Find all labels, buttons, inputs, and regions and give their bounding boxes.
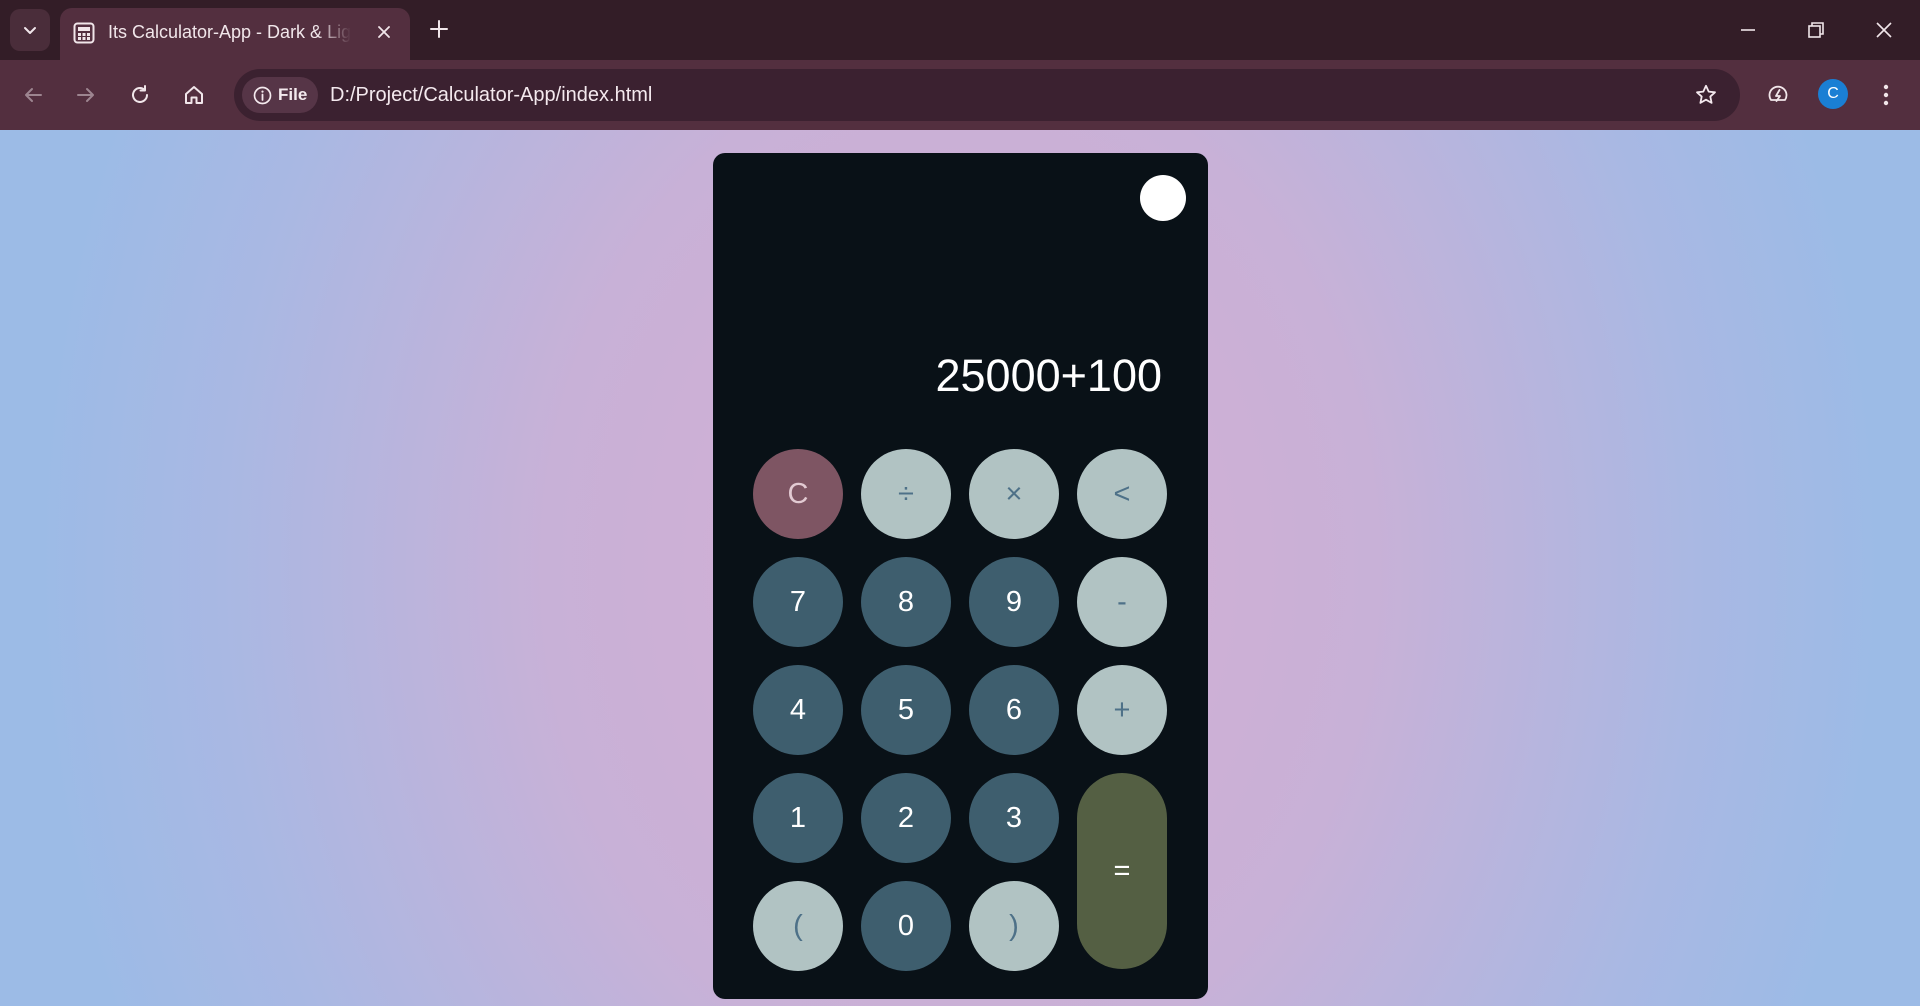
- backspace-button[interactable]: <: [1077, 449, 1167, 539]
- tab-search-button[interactable]: [10, 9, 50, 51]
- restore-icon: [1808, 22, 1824, 38]
- profile-avatar[interactable]: C: [1818, 79, 1848, 109]
- star-icon: [1696, 84, 1716, 104]
- digit-7-button[interactable]: 7: [753, 557, 843, 647]
- clear-button[interactable]: C: [753, 449, 843, 539]
- home-button[interactable]: [174, 75, 214, 115]
- plus-button[interactable]: +: [1077, 665, 1167, 755]
- theme-toggle-button[interactable]: [1140, 175, 1186, 221]
- calculator-container: 25000+100 C ÷ × < 7 8 9 - 4 5 6 + 1 2 3 …: [713, 153, 1208, 999]
- address-bar[interactable]: File D:/Project/Calculator-App/index.htm…: [234, 69, 1740, 121]
- close-icon: [1876, 22, 1892, 38]
- close-window-button[interactable]: [1862, 10, 1906, 50]
- browser-menu-button[interactable]: [1866, 75, 1906, 115]
- page-viewport: 25000+100 C ÷ × < 7 8 9 - 4 5 6 + 1 2 3 …: [0, 130, 1920, 1006]
- url-text[interactable]: D:/Project/Calculator-App/index.html: [330, 82, 652, 108]
- open-paren-button[interactable]: (: [753, 881, 843, 971]
- plus-icon: [430, 20, 448, 38]
- reload-button[interactable]: [120, 75, 160, 115]
- digit-5-button[interactable]: 5: [861, 665, 951, 755]
- browser-toolbar: File D:/Project/Calculator-App/index.htm…: [0, 60, 1920, 130]
- digit-6-button[interactable]: 6: [969, 665, 1059, 755]
- forward-button[interactable]: [66, 75, 106, 115]
- browser-tab-active[interactable]: Its Calculator-App - Dark & Light Theme: [60, 8, 410, 60]
- minimize-button[interactable]: [1726, 10, 1770, 50]
- arrow-left-icon: [25, 88, 42, 102]
- bookmark-button[interactable]: [1690, 79, 1722, 111]
- restore-button[interactable]: [1794, 10, 1838, 50]
- close-paren-button[interactable]: ): [969, 881, 1059, 971]
- digit-2-button[interactable]: 2: [861, 773, 951, 863]
- close-icon: [378, 26, 390, 38]
- home-icon: [185, 86, 203, 104]
- multiply-button[interactable]: ×: [969, 449, 1059, 539]
- minus-button[interactable]: -: [1077, 557, 1167, 647]
- tab-close-button[interactable]: [372, 20, 396, 44]
- reload-icon: [132, 85, 148, 103]
- digit-9-button[interactable]: 9: [969, 557, 1059, 647]
- divide-button[interactable]: ÷: [861, 449, 951, 539]
- info-icon: [253, 86, 272, 105]
- performance-button[interactable]: [1758, 75, 1798, 115]
- speedometer-icon: [1768, 85, 1788, 102]
- back-button[interactable]: [13, 75, 53, 115]
- digit-3-button[interactable]: 3: [969, 773, 1059, 863]
- equals-button[interactable]: =: [1077, 773, 1167, 969]
- calculator-icon: [73, 22, 95, 44]
- browser-titlebar: Its Calculator-App - Dark & Light Theme: [0, 0, 1920, 60]
- arrow-right-icon: [77, 88, 94, 102]
- kebab-menu-icon: [1883, 84, 1889, 106]
- chevron-down-icon: [24, 27, 36, 34]
- digit-1-button[interactable]: 1: [753, 773, 843, 863]
- site-info-label: File: [278, 85, 308, 104]
- digit-8-button[interactable]: 8: [861, 557, 951, 647]
- tab-title: Its Calculator-App - Dark & Light Theme: [108, 22, 351, 42]
- digit-4-button[interactable]: 4: [753, 665, 843, 755]
- calculator-display: 25000+100: [935, 350, 1163, 401]
- digit-0-button[interactable]: 0: [861, 881, 951, 971]
- site-info-chip[interactable]: File: [242, 77, 318, 113]
- minimize-icon: [1741, 29, 1755, 31]
- new-tab-button[interactable]: [424, 14, 454, 44]
